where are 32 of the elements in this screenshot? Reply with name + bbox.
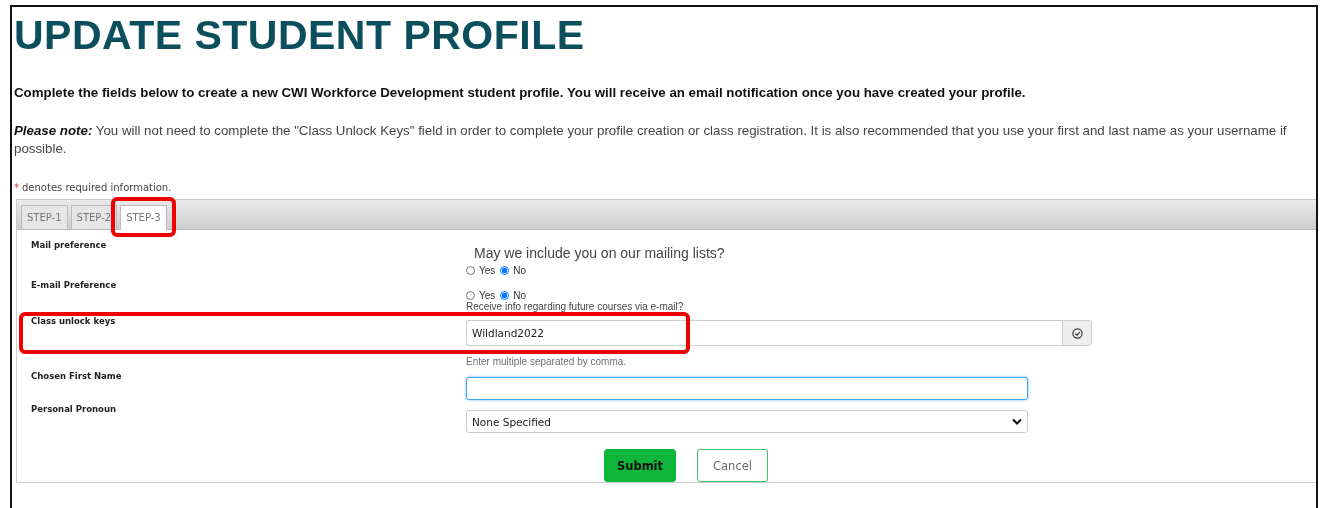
intro-text: Complete the fields below to create a new CWI Workforce Development student profile. You will receive an email notification once you have created your profile. (14, 85, 1027, 100)
submit-button[interactable]: Submit (604, 449, 676, 482)
radio-button[interactable] (500, 291, 510, 300)
required-note: denotes required information. (22, 182, 172, 193)
field-label: Chosen First Name (31, 370, 123, 381)
note-text: Please note: You will not need to complete the "Class Unlock Keys" field in order to complete your profile creation or class registration. It is also recommended that you use your first and last name as your username if possible. (14, 122, 1288, 158)
cancel-button[interactable]: Cancel (697, 449, 768, 482)
option-label: No (513, 265, 527, 276)
question-text: May we include you on our mailing lists? (473, 244, 726, 263)
keys-input-field[interactable]: Wildland2022 (466, 320, 1062, 346)
step-tab[interactable]: STEP-2 (70, 205, 118, 229)
text-input-field[interactable] (466, 377, 1028, 400)
field-label: Personal Pronoun (31, 403, 117, 414)
radio-button[interactable] (500, 266, 510, 275)
radio-button[interactable] (466, 266, 475, 275)
field-hint: Enter multiple separated by comma. (466, 356, 627, 367)
field-label: Class unlock keys (31, 315, 117, 326)
required-asterisk: * (14, 182, 19, 193)
option-label: Yes (479, 290, 496, 301)
field-label: E-mail Preference (31, 279, 118, 290)
step-tab[interactable]: STEP-1 (21, 205, 68, 229)
check-button[interactable] (1062, 320, 1092, 346)
field-description: Receive info regarding future courses via e-mail? (466, 301, 684, 312)
page-title: UPDATE STUDENT PROFILE (14, 13, 586, 57)
check-circle-icon (1071, 327, 1083, 339)
option-label: No (513, 290, 527, 301)
field-label: Mail preference (31, 239, 108, 250)
chevron-down-icon (1012, 418, 1022, 425)
option-label: Yes (479, 265, 496, 276)
step-tab[interactable]: STEP-3 (120, 205, 167, 230)
pronoun-select[interactable]: None Specified (466, 410, 1028, 433)
radio-button[interactable] (466, 291, 475, 300)
